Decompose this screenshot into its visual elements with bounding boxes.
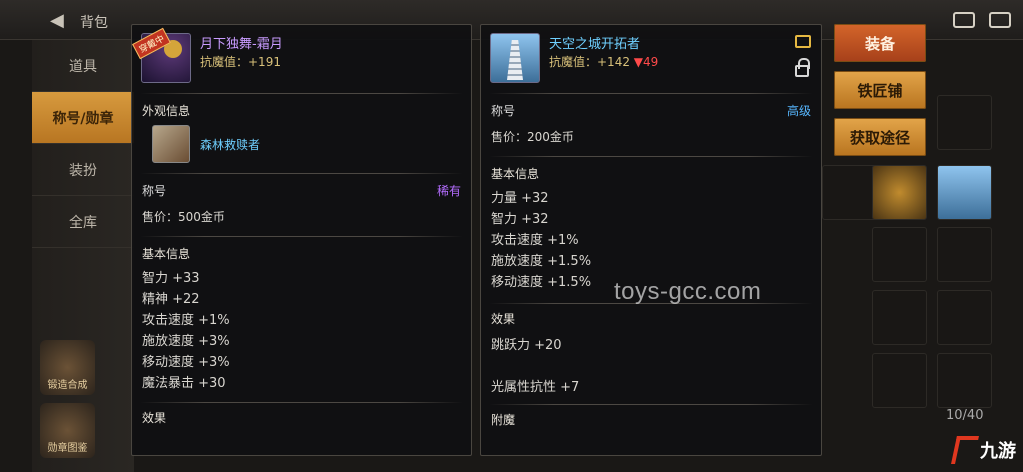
divider — [489, 156, 813, 157]
blacksmith-button[interactable]: 铁匠铺 — [834, 71, 926, 109]
inventory-slot[interactable] — [937, 290, 992, 345]
nav-item-items[interactable]: 道具 — [32, 40, 134, 92]
obtain-route-button[interactable]: 获取途径 — [834, 118, 926, 156]
equipped-title-tooltip: 穿戴中 月下独舞-霜月 抗魔值：+191 外观信息 森林救赎者 称号 稀有 售价… — [131, 24, 472, 456]
item-type: 称号 — [491, 104, 516, 118]
inventory-slot[interactable] — [937, 95, 992, 150]
medal-codex-button[interactable]: 勋章图鉴 — [40, 403, 95, 458]
title-item-icon — [490, 33, 540, 83]
appearance-name: 森林救赎者 — [200, 137, 261, 152]
forge-tool-button[interactable]: 锻造合成 — [40, 340, 95, 395]
medal-codex-label: 勋章图鉴 — [47, 443, 88, 454]
divider — [140, 236, 463, 237]
effect-title: 效果 — [491, 312, 516, 326]
divider — [140, 93, 463, 94]
stat-row: 攻击速度 +1% — [491, 233, 579, 248]
watermark: toys-gcc.com — [614, 278, 762, 305]
divider — [489, 93, 813, 94]
effect-row: 光属性抗性 +7 — [491, 380, 580, 395]
stat-row: 魔法暴击 +30 — [142, 376, 226, 391]
back-arrow-icon[interactable]: ◀ — [50, 10, 64, 31]
share-icon[interactable] — [795, 35, 811, 48]
inventory-slot[interactable] — [937, 353, 992, 408]
stat-row: 智力 +33 — [142, 271, 200, 286]
equip-button[interactable]: 装备 — [834, 24, 926, 62]
inventory-slot[interactable] — [822, 165, 877, 220]
chat-icon[interactable] — [989, 12, 1011, 28]
rarity-label: 稀有 — [436, 184, 461, 198]
appearance-title: 外观信息 — [142, 104, 191, 118]
inventory-slot[interactable] — [872, 227, 927, 282]
top-icons — [953, 12, 1011, 28]
basic-info-title: 基本信息 — [142, 247, 191, 261]
logo-mark-icon — [951, 436, 979, 464]
nav-item-costume[interactable]: 装扮 — [32, 144, 134, 196]
stat-row: 精神 +22 — [142, 292, 200, 307]
lock-icon[interactable] — [795, 58, 810, 77]
divider — [489, 404, 813, 405]
forge-tool-label: 锻造合成 — [47, 380, 88, 391]
nav-item-titles[interactable]: 称号/勋章 — [32, 92, 134, 144]
divider — [140, 173, 463, 174]
inventory-slot-medal[interactable] — [872, 165, 927, 220]
inventory-slot-tower[interactable] — [937, 165, 992, 220]
mail-icon[interactable] — [953, 12, 975, 28]
stat-row: 施放速度 +3% — [142, 334, 230, 349]
magic-resist: 抗魔值：+142 ▼49 — [549, 53, 658, 70]
effect-row: 跳跃力 +20 — [491, 338, 562, 353]
type-row: 称号 稀有 — [132, 182, 471, 199]
back-title: 背包 — [80, 15, 108, 31]
stat-row: 移动速度 +3% — [142, 355, 230, 370]
stat-row: 力量 +32 — [491, 191, 549, 206]
inventory-slot[interactable] — [872, 290, 927, 345]
item-type: 称号 — [142, 184, 167, 198]
site-logo: 九游 — [951, 436, 1016, 464]
item-header: 天空之城开拓者 抗魔值：+142 ▼49 — [481, 25, 821, 93]
grade-label: 高级 — [786, 104, 811, 118]
stat-row: 施放速度 +1.5% — [491, 254, 592, 269]
item-name: 月下独舞-霜月 — [200, 37, 283, 52]
magic-resist-value: 抗魔值：+142 — [549, 55, 634, 69]
effect-title: 效果 — [142, 411, 167, 425]
enchant-title: 附魔 — [491, 413, 516, 427]
item-name: 天空之城开拓者 — [549, 37, 641, 52]
price: 售价：200金币 — [491, 130, 574, 144]
inventory-count: 10/40 — [946, 408, 984, 423]
appearance-icon — [152, 125, 190, 163]
nav-item-all[interactable]: 全库 — [32, 196, 134, 248]
magic-resist: 抗魔值：+191 — [200, 55, 281, 69]
compare-title-tooltip: 天空之城开拓者 抗魔值：+142 ▼49 称号 高级 售价：200金币 基本信息… — [480, 24, 822, 456]
divider — [140, 402, 463, 403]
basic-info-title: 基本信息 — [491, 167, 540, 181]
stat-row: 攻击速度 +1% — [142, 313, 230, 328]
appearance-row: 森林救赎者 — [132, 119, 471, 169]
stat-row: 智力 +32 — [491, 212, 549, 227]
magic-resist-diff: ▼49 — [633, 55, 659, 69]
inventory-slot[interactable] — [872, 353, 927, 408]
price: 售价：500金币 — [142, 210, 225, 224]
logo-text: 九游 — [980, 441, 1016, 462]
item-header: 穿戴中 月下独舞-霜月 抗魔值：+191 — [132, 25, 471, 93]
inventory-slot[interactable] — [937, 227, 992, 282]
type-row: 称号 高级 — [481, 102, 821, 119]
